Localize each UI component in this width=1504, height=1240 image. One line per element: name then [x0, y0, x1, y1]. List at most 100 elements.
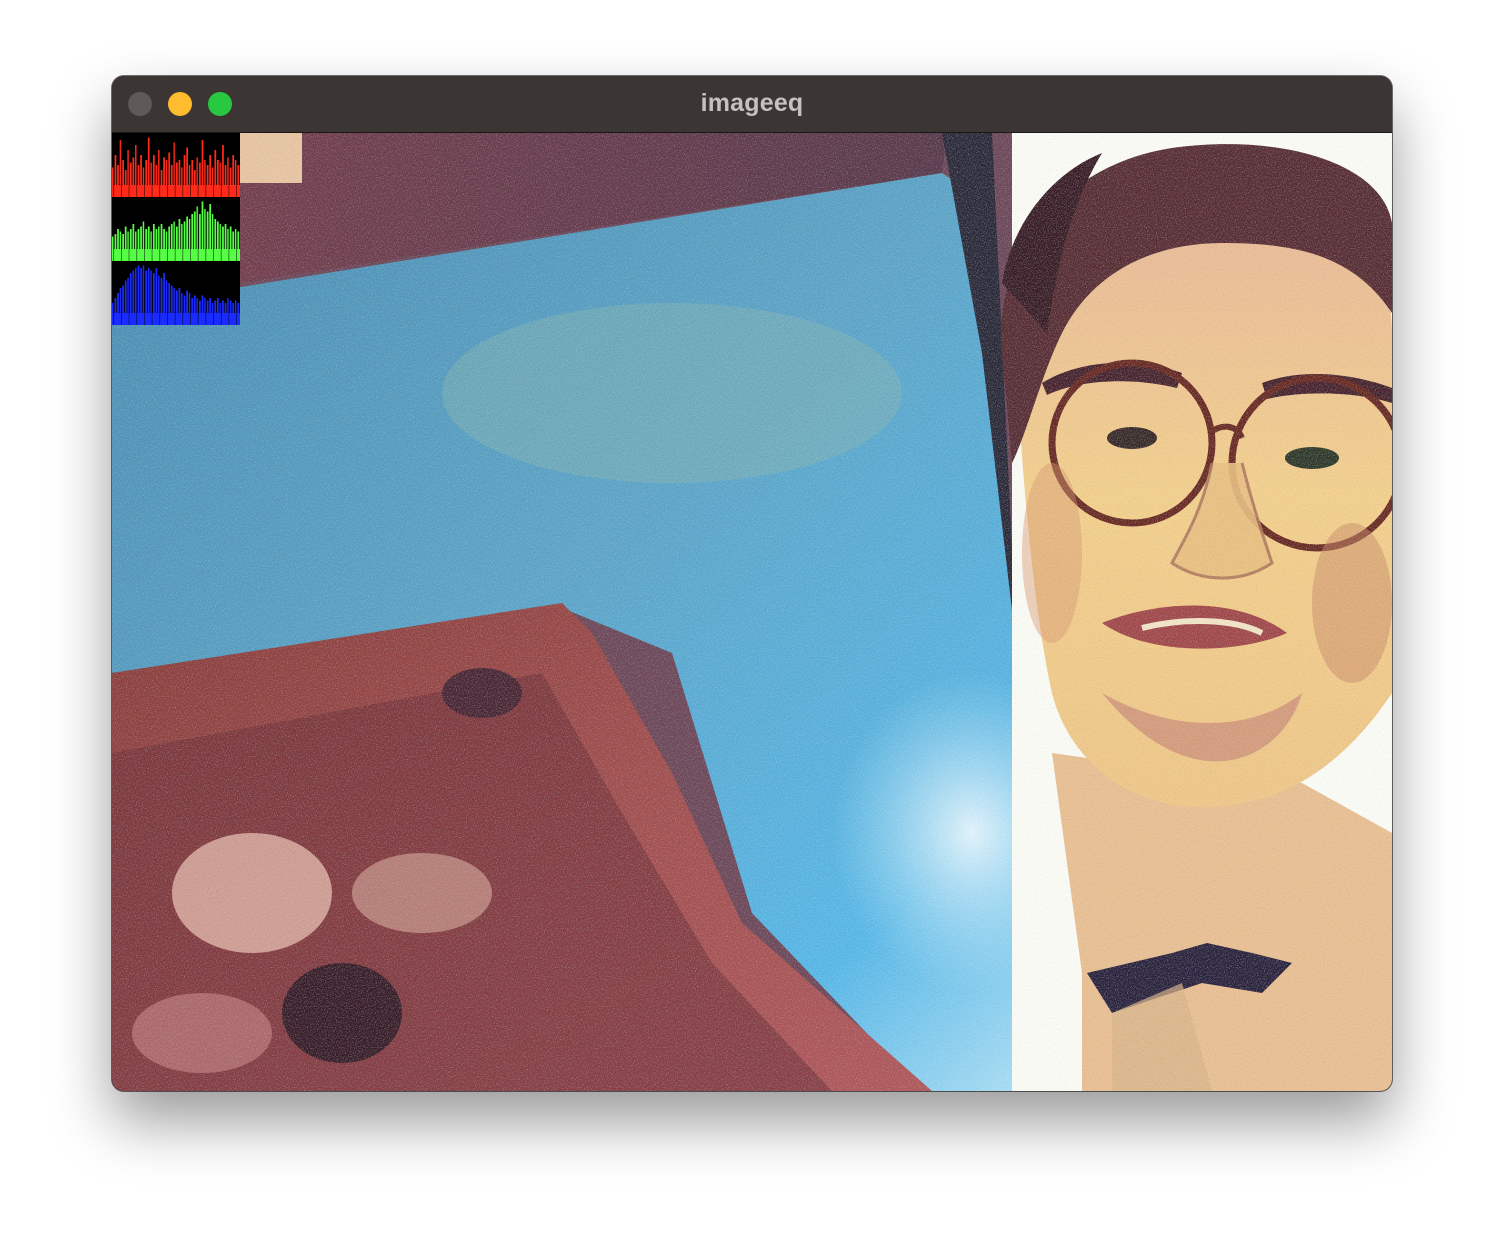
- histogram-red: [112, 133, 240, 197]
- red-histogram-tick: [151, 162, 153, 197]
- blue-histogram-tick: [182, 293, 184, 325]
- red-histogram-tick: [205, 160, 207, 197]
- red-histogram-bar: [117, 165, 119, 185]
- green-histogram-tick: [136, 231, 138, 261]
- blue-histogram-bar: [224, 303, 227, 313]
- blue-histogram-tick: [167, 280, 168, 325]
- blue-histogram-bar: [147, 268, 150, 313]
- blue-histogram-bar: [186, 290, 188, 313]
- red-histogram-bar: [209, 155, 212, 185]
- blue-histogram-bar: [163, 273, 165, 313]
- blue-histogram-bar: [222, 300, 224, 313]
- blue-histogram-bar: [145, 270, 148, 313]
- red-histogram-tick: [167, 160, 168, 197]
- green-histogram-bar: [155, 229, 158, 249]
- green-histogram-bar: [237, 231, 240, 249]
- blue-histogram-tick: [205, 298, 207, 325]
- red-histogram-bar: [191, 160, 194, 185]
- red-histogram-bar: [178, 160, 181, 185]
- red-histogram-bar: [201, 140, 204, 185]
- green-histogram-bar: [186, 216, 188, 249]
- green-histogram-bar: [222, 226, 224, 249]
- green-histogram-bar: [229, 226, 232, 249]
- title-bar[interactable]: imageeq: [112, 76, 1392, 133]
- blue-histogram-bar: [229, 300, 232, 313]
- green-histogram-bar: [132, 224, 135, 249]
- green-histogram-tick: [128, 231, 130, 261]
- red-histogram-tick: [220, 162, 222, 197]
- red-histogram-bar: [216, 160, 219, 185]
- red-histogram-tick: [113, 167, 115, 197]
- red-histogram-tick: [213, 167, 214, 197]
- green-histogram-bar: [199, 214, 201, 249]
- red-histogram-bar: [199, 162, 201, 185]
- green-histogram-bar: [191, 214, 194, 249]
- red-histogram-bar: [222, 145, 224, 185]
- green-histogram-tick: [167, 231, 168, 261]
- green-histogram-bar: [137, 229, 140, 249]
- red-histogram-bar: [237, 165, 240, 185]
- green-histogram-bar: [117, 229, 119, 249]
- blue-histogram-bar: [199, 300, 201, 313]
- red-histogram-bar: [183, 155, 186, 185]
- blue-histogram-bar: [152, 273, 155, 313]
- red-histogram-tick: [136, 145, 138, 197]
- blue-histogram-tick: [144, 265, 145, 325]
- blue-histogram-bar: [129, 273, 132, 313]
- blue-histogram-tick: [220, 303, 222, 325]
- blue-histogram-bar: [178, 288, 181, 313]
- blue-histogram-bar: [206, 300, 209, 313]
- blue-histogram-tick: [151, 270, 153, 325]
- red-histogram-tick: [128, 150, 130, 197]
- green-histogram-tick: [120, 231, 122, 261]
- histogram-blue: [112, 261, 240, 325]
- blue-histogram-bar: [209, 298, 212, 313]
- red-histogram-bar: [232, 155, 235, 185]
- red-histogram-tick: [159, 150, 161, 197]
- blue-histogram-tick: [159, 275, 161, 325]
- blue-histogram-bar: [160, 278, 163, 313]
- red-histogram-bar: [168, 152, 171, 185]
- red-histogram-bar: [114, 155, 117, 185]
- blue-histogram-tick: [236, 300, 237, 325]
- red-histogram-bar: [137, 165, 140, 185]
- blue-histogram-bar: [214, 300, 217, 313]
- blue-histogram-bar: [155, 268, 158, 313]
- window-title: imageeq: [700, 89, 804, 117]
- green-histogram-bar: [176, 226, 178, 249]
- blue-histogram-bar: [232, 303, 235, 313]
- green-histogram-bar: [206, 211, 209, 249]
- green-histogram-tick: [213, 214, 214, 261]
- green-histogram-bar: [178, 219, 181, 249]
- blue-histogram-tick: [174, 288, 176, 325]
- blue-histogram-bar: [137, 265, 140, 313]
- blue-histogram-bar: [140, 268, 142, 313]
- red-histogram-bar: [214, 150, 217, 185]
- blue-histogram-tick: [113, 303, 115, 325]
- blue-histogram-bar: [122, 285, 124, 313]
- blue-histogram-icon: [112, 265, 240, 325]
- red-histogram-bar: [140, 155, 142, 185]
- red-histogram-bar: [155, 165, 158, 185]
- green-histogram-bar: [201, 201, 204, 249]
- app-window: imageeq: [112, 76, 1392, 1091]
- green-histogram-bar: [170, 224, 173, 249]
- blue-histogram-tick: [213, 303, 214, 325]
- blue-histogram-tick: [197, 298, 199, 325]
- green-histogram-tick: [174, 221, 176, 261]
- red-histogram-bar: [170, 165, 173, 185]
- blue-histogram-tick: [120, 288, 122, 325]
- green-histogram-tick: [220, 224, 222, 261]
- green-histogram-tick: [190, 219, 191, 261]
- red-histogram-tick: [174, 142, 176, 197]
- red-histogram-bar: [152, 155, 155, 185]
- green-histogram-bar: [216, 221, 219, 249]
- red-histogram-bar: [129, 162, 132, 185]
- blue-histogram-tick: [190, 293, 191, 325]
- blue-histogram-bar: [191, 298, 194, 313]
- red-histogram-bar: [160, 170, 163, 185]
- green-histogram-tick: [205, 209, 207, 261]
- red-histogram-bar: [132, 157, 135, 185]
- blue-histogram-bar: [114, 298, 117, 313]
- blue-histogram-bar: [183, 295, 186, 313]
